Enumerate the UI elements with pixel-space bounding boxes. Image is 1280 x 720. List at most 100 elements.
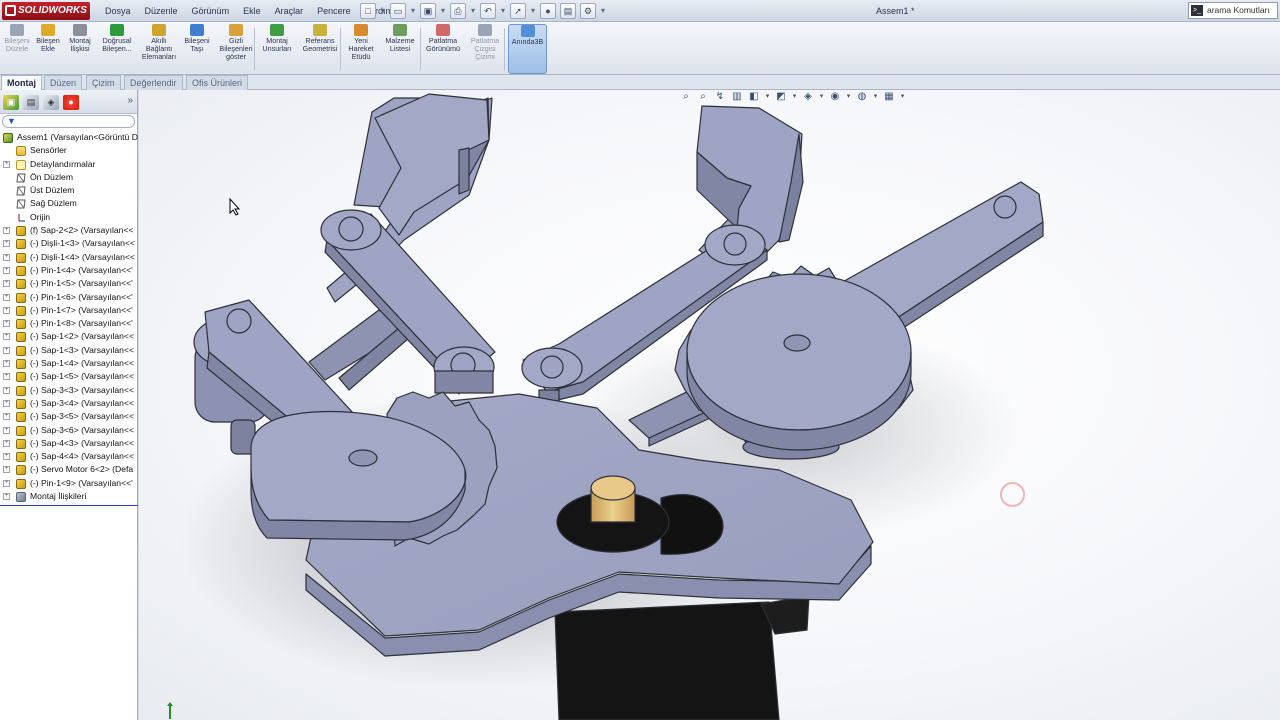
expand-toggle-icon[interactable]: + xyxy=(3,479,10,487)
expand-toggle-icon[interactable]: + xyxy=(3,413,10,421)
configuration-manager-tab-icon[interactable]: ◈ xyxy=(43,95,59,110)
tab-0[interactable]: Montaj xyxy=(1,75,42,90)
open-document-icon[interactable]: ▭ xyxy=(390,3,406,19)
zoom-to-fit-icon[interactable]: ⌕ xyxy=(679,90,693,104)
menu-item-4[interactable]: Araçlar xyxy=(268,0,311,22)
expand-toggle-icon[interactable]: + xyxy=(3,346,10,354)
tree-item[interactable]: + (-) Dişli-1<4> (Varsayılan<< xyxy=(0,251,138,264)
toolbar-button-6[interactable]: Gizli Bileşenleri göster xyxy=(218,24,254,74)
expand-toggle-icon[interactable]: + xyxy=(3,227,10,235)
expand-toggle-icon[interactable]: + xyxy=(3,293,10,301)
options-icon[interactable]: ⚙ xyxy=(580,3,596,19)
tree-item[interactable]: + (-) Sap-3<6> (Varsayılan<< xyxy=(0,424,138,437)
feature-manager-tab-icon[interactable]: ▣ xyxy=(3,95,19,110)
select-icon[interactable]: ➚ xyxy=(510,3,526,19)
tree-item[interactable]: + Detaylandırmalar xyxy=(0,158,138,171)
tree-item[interactable]: + (-) Sap-3<5> (Varsayılan<< xyxy=(0,410,138,423)
tree-item[interactable]: + (-) Sap-4<3> (Varsayılan<< xyxy=(0,437,138,450)
rollback-bar[interactable] xyxy=(0,505,138,507)
display-style-icon[interactable]: ◩ xyxy=(774,90,788,104)
display-manager-tab-icon[interactable]: ● xyxy=(63,95,79,110)
solidworks-logo[interactable]: SOLIDWORKS xyxy=(2,2,90,20)
tab-2[interactable]: Çizim xyxy=(86,75,121,90)
expand-toggle-icon[interactable]: + xyxy=(3,360,10,368)
toolbar-button-8[interactable]: Referans Geometrisi xyxy=(300,24,340,74)
hide-show-icon[interactable]: ◈ xyxy=(801,90,815,104)
dropdown-arrow-icon[interactable]: ▾ xyxy=(764,90,771,104)
menu-item-0[interactable]: Dosya xyxy=(98,0,138,22)
toolbar-button-0[interactable]: Bileşeni Düzele xyxy=(2,24,32,74)
tree-item[interactable]: Assem1 (Varsayılan<Görüntü D xyxy=(0,131,138,144)
toolbar-button-9[interactable]: Yeni Hareket Etüdü xyxy=(346,24,376,74)
expand-toggle-icon[interactable]: + xyxy=(3,439,10,447)
expand-toggle-icon[interactable]: + xyxy=(3,253,10,261)
tree-item[interactable]: + (-) Sap-1<3> (Varsayılan<< xyxy=(0,344,138,357)
apply-scene-icon[interactable]: ◍ xyxy=(855,90,869,104)
tree-item[interactable]: + (-) Pin-1<7> (Varsayılan<<' xyxy=(0,304,138,317)
toolbar-button-4[interactable]: Akıllı Bağlantı Elemanları xyxy=(140,24,178,74)
rebuild-icon[interactable]: ● xyxy=(540,3,556,19)
tree-item[interactable]: + (-) Sap-1<2> (Varsayılan<< xyxy=(0,330,138,343)
dropdown-arrow-icon[interactable]: ▾ xyxy=(899,90,906,104)
tree-item[interactable]: Ön Düzlem xyxy=(0,171,138,184)
tree-item[interactable]: + (-) Sap-1<4> (Varsayılan<< xyxy=(0,357,138,370)
new-dropdown-icon[interactable]: ▾ xyxy=(380,3,386,19)
toolbar-button-11[interactable]: Patlatma Görünümü xyxy=(424,24,462,74)
tree-item[interactable]: + (-) Pin-1<5> (Varsayılan<<' xyxy=(0,277,138,290)
servo-motor-body[interactable] xyxy=(554,601,780,720)
zoom-area-icon[interactable]: ⌕ xyxy=(696,90,710,104)
expand-toggle-icon[interactable]: + xyxy=(3,266,10,274)
toolbar-button-1[interactable]: Bileşen Ekle xyxy=(33,24,63,74)
tree-item[interactable]: + (-) Sap-3<3> (Varsayılan<< xyxy=(0,384,138,397)
right-gear-body[interactable] xyxy=(686,273,912,431)
tree-item[interactable]: + (-) Dişli-1<3> (Varsayılan<< xyxy=(0,237,138,250)
toolbar-button-12[interactable]: Patlatma Çizgisi Çizimi xyxy=(467,24,503,74)
section-view-icon[interactable]: ▥ xyxy=(730,90,744,104)
menu-item-1[interactable]: Düzenle xyxy=(138,0,185,22)
menu-item-2[interactable]: Görünüm xyxy=(185,0,237,22)
tree-item[interactable]: + (-) Sap-4<4> (Varsayılan<< xyxy=(0,450,138,463)
toolbar-button-5[interactable]: Bileşeni Taşı xyxy=(180,24,214,74)
expand-toggle-icon[interactable]: + xyxy=(3,320,10,328)
save-icon[interactable]: ▣ xyxy=(420,3,436,19)
options-dropdown-icon[interactable]: ▾ xyxy=(600,3,606,19)
expand-toggle-icon[interactable]: + xyxy=(3,333,10,341)
expand-toggle-icon[interactable]: + xyxy=(3,160,10,168)
tree-item[interactable]: + (-) Sap-1<5> (Varsayılan<< xyxy=(0,370,138,383)
expand-toggle-icon[interactable]: + xyxy=(3,240,10,248)
new-document-icon[interactable]: □ xyxy=(360,3,376,19)
dropdown-arrow-icon[interactable]: ▾ xyxy=(872,90,879,104)
undo-dropdown-icon[interactable]: ▾ xyxy=(500,3,506,19)
tree-item[interactable]: + (-) Servo Motor 6<2> (Defa xyxy=(0,463,138,476)
expand-toggle-icon[interactable]: + xyxy=(3,373,10,381)
assembly-model[interactable] xyxy=(139,90,1280,720)
tree-item[interactable]: Sensörler xyxy=(0,144,138,157)
select-dropdown-icon[interactable]: ▾ xyxy=(530,3,536,19)
tree-item[interactable]: + Montaj İlişkileri xyxy=(0,490,138,503)
tree-item[interactable]: + (-) Sap-3<4> (Varsayılan<< xyxy=(0,397,138,410)
panel-expand-icon[interactable]: » xyxy=(127,95,133,106)
previous-view-icon[interactable]: ↯ xyxy=(713,90,727,104)
menu-item-5[interactable]: Pencere xyxy=(310,0,358,22)
tree-item[interactable]: + (-) Pin-1<8> (Varsayılan<<' xyxy=(0,317,138,330)
file-properties-icon[interactable]: ▤ xyxy=(560,3,576,19)
toolbar-button-10[interactable]: Malzeme Listesi xyxy=(383,24,417,74)
dropdown-arrow-icon[interactable]: ▾ xyxy=(845,90,852,104)
toolbar-button-7[interactable]: Montaj Unsurları xyxy=(260,24,294,74)
toolbar-button-13[interactable]: Anında3B xyxy=(508,24,547,74)
edit-appearance-icon[interactable]: ◉ xyxy=(828,90,842,104)
tree-item[interactable]: + (f) Sap-2<2> (Varsayılan<< xyxy=(0,224,138,237)
expand-toggle-icon[interactable]: + xyxy=(3,399,10,407)
save-dropdown-icon[interactable]: ▾ xyxy=(440,3,446,19)
toolbar-button-3[interactable]: Doğrusal Bileşen... xyxy=(98,24,136,74)
dropdown-arrow-icon[interactable]: ▾ xyxy=(818,90,825,104)
tab-1[interactable]: Düzen xyxy=(44,75,83,90)
print-dropdown-icon[interactable]: ▾ xyxy=(470,3,476,19)
view-settings-icon[interactable]: ▦ xyxy=(882,90,896,104)
tree-item[interactable]: Sağ Düzlem xyxy=(0,197,138,210)
tree-item[interactable]: Üst Düzlem xyxy=(0,184,138,197)
tab-3[interactable]: Değerlendir xyxy=(124,75,183,90)
menu-item-3[interactable]: Ekle xyxy=(236,0,268,22)
print-icon[interactable]: ⎙ xyxy=(450,3,466,19)
command-search-input[interactable]: >_ arama Komutları xyxy=(1188,2,1278,19)
